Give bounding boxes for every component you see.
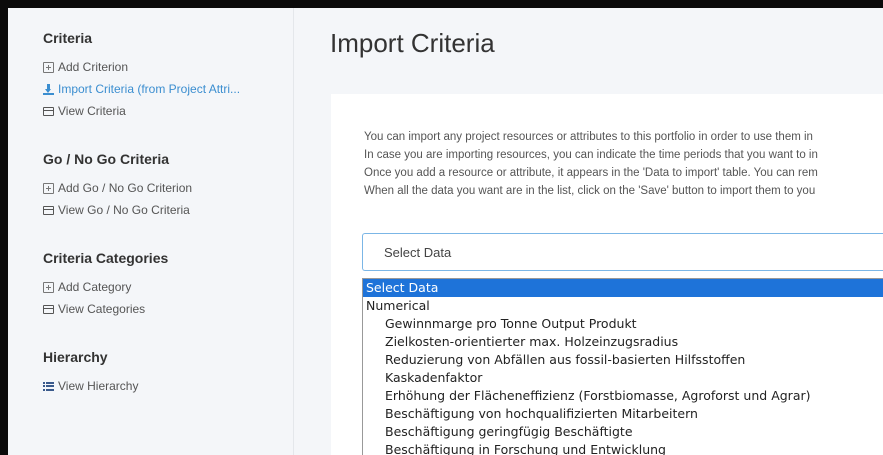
sidebar-link-label: View Categories [58, 302, 146, 316]
sidebar-link-label: View Criteria [58, 104, 126, 118]
intro-line: When all the data you want are in the li… [364, 185, 816, 197]
select-data-dropdown[interactable]: Select Data [362, 233, 883, 271]
list-icon [43, 304, 54, 314]
option-item[interactable]: Kaskadenfaktor [363, 369, 883, 387]
sidebar-link-view-categories[interactable]: View Categories [43, 302, 145, 316]
sidebar-heading-hierarchy: Hierarchy [43, 349, 108, 365]
sidebar-link-label: Add Go / No Go Criterion [58, 181, 193, 195]
plus-square-icon [43, 281, 54, 293]
sidebar-link-label: View Go / No Go Criteria [58, 203, 190, 217]
option-item[interactable]: Gewinnmarge pro Tonne Output Produkt [363, 315, 883, 333]
select-data-options-list[interactable]: Select Data Numerical Gewinnmarge pro To… [362, 278, 883, 455]
sidebar-link-view-hierarchy[interactable]: View Hierarchy [43, 379, 138, 393]
app-window: Criteria Add Criterion Import Criteria (… [8, 8, 883, 455]
option-item[interactable]: Zielkosten-orientierter max. Holzeinzugs… [363, 333, 883, 351]
select-data-value: Select Data [384, 245, 452, 260]
option-item[interactable]: Beschäftigung geringfügig Beschäftigte [363, 423, 883, 441]
sidebar-link-view-criteria[interactable]: View Criteria [43, 104, 126, 118]
intro-text: You can import any project resources or … [364, 128, 883, 200]
intro-line: Once you add a resource or attribute, it… [364, 167, 818, 179]
intro-line: You can import any project resources or … [364, 131, 813, 143]
sidebar-heading-categories: Criteria Categories [43, 250, 169, 266]
sidebar-link-import-criteria[interactable]: Import Criteria (from Project Attri... [43, 82, 240, 96]
download-icon [43, 83, 54, 95]
sidebar: Criteria Add Criterion Import Criteria (… [8, 8, 294, 455]
option-item[interactable]: Beschäftigung in Forschung und Entwicklu… [363, 441, 883, 455]
sidebar-heading-go-no-go: Go / No Go Criteria [43, 151, 170, 167]
sidebar-heading-criteria: Criteria [43, 30, 93, 46]
option-item[interactable]: Erhöhung der Flächeneffizienz (Forstbiom… [363, 387, 883, 405]
plus-square-icon [43, 182, 54, 194]
option-item[interactable]: Beschäftigung von hochqualifizierten Mit… [363, 405, 883, 423]
sidebar-link-add-criterion[interactable]: Add Criterion [43, 60, 128, 74]
sidebar-link-label: Add Category [58, 280, 132, 294]
optgroup-numerical: Numerical [366, 298, 430, 313]
page-title: Import Criteria [330, 28, 495, 58]
list-icon [43, 205, 54, 215]
plus-square-icon [43, 61, 54, 73]
import-panel: You can import any project resources or … [331, 94, 883, 455]
list-icon [43, 106, 54, 116]
sidebar-link-view-go-no-go[interactable]: View Go / No Go Criteria [43, 203, 190, 217]
hierarchy-list-icon [43, 381, 54, 391]
sidebar-link-label: Import Criteria (from Project Attri... [58, 82, 241, 96]
option-select-data[interactable]: Select Data [363, 279, 883, 297]
option-item[interactable]: Reduzierung von Abfällen aus fossil-basi… [363, 351, 883, 369]
sidebar-link-add-category[interactable]: Add Category [43, 280, 131, 294]
sidebar-link-label: View Hierarchy [58, 379, 139, 393]
intro-line: In case you are importing resources, you… [364, 149, 818, 161]
sidebar-link-add-go-no-go[interactable]: Add Go / No Go Criterion [43, 181, 192, 195]
sidebar-link-label: Add Criterion [58, 60, 129, 74]
